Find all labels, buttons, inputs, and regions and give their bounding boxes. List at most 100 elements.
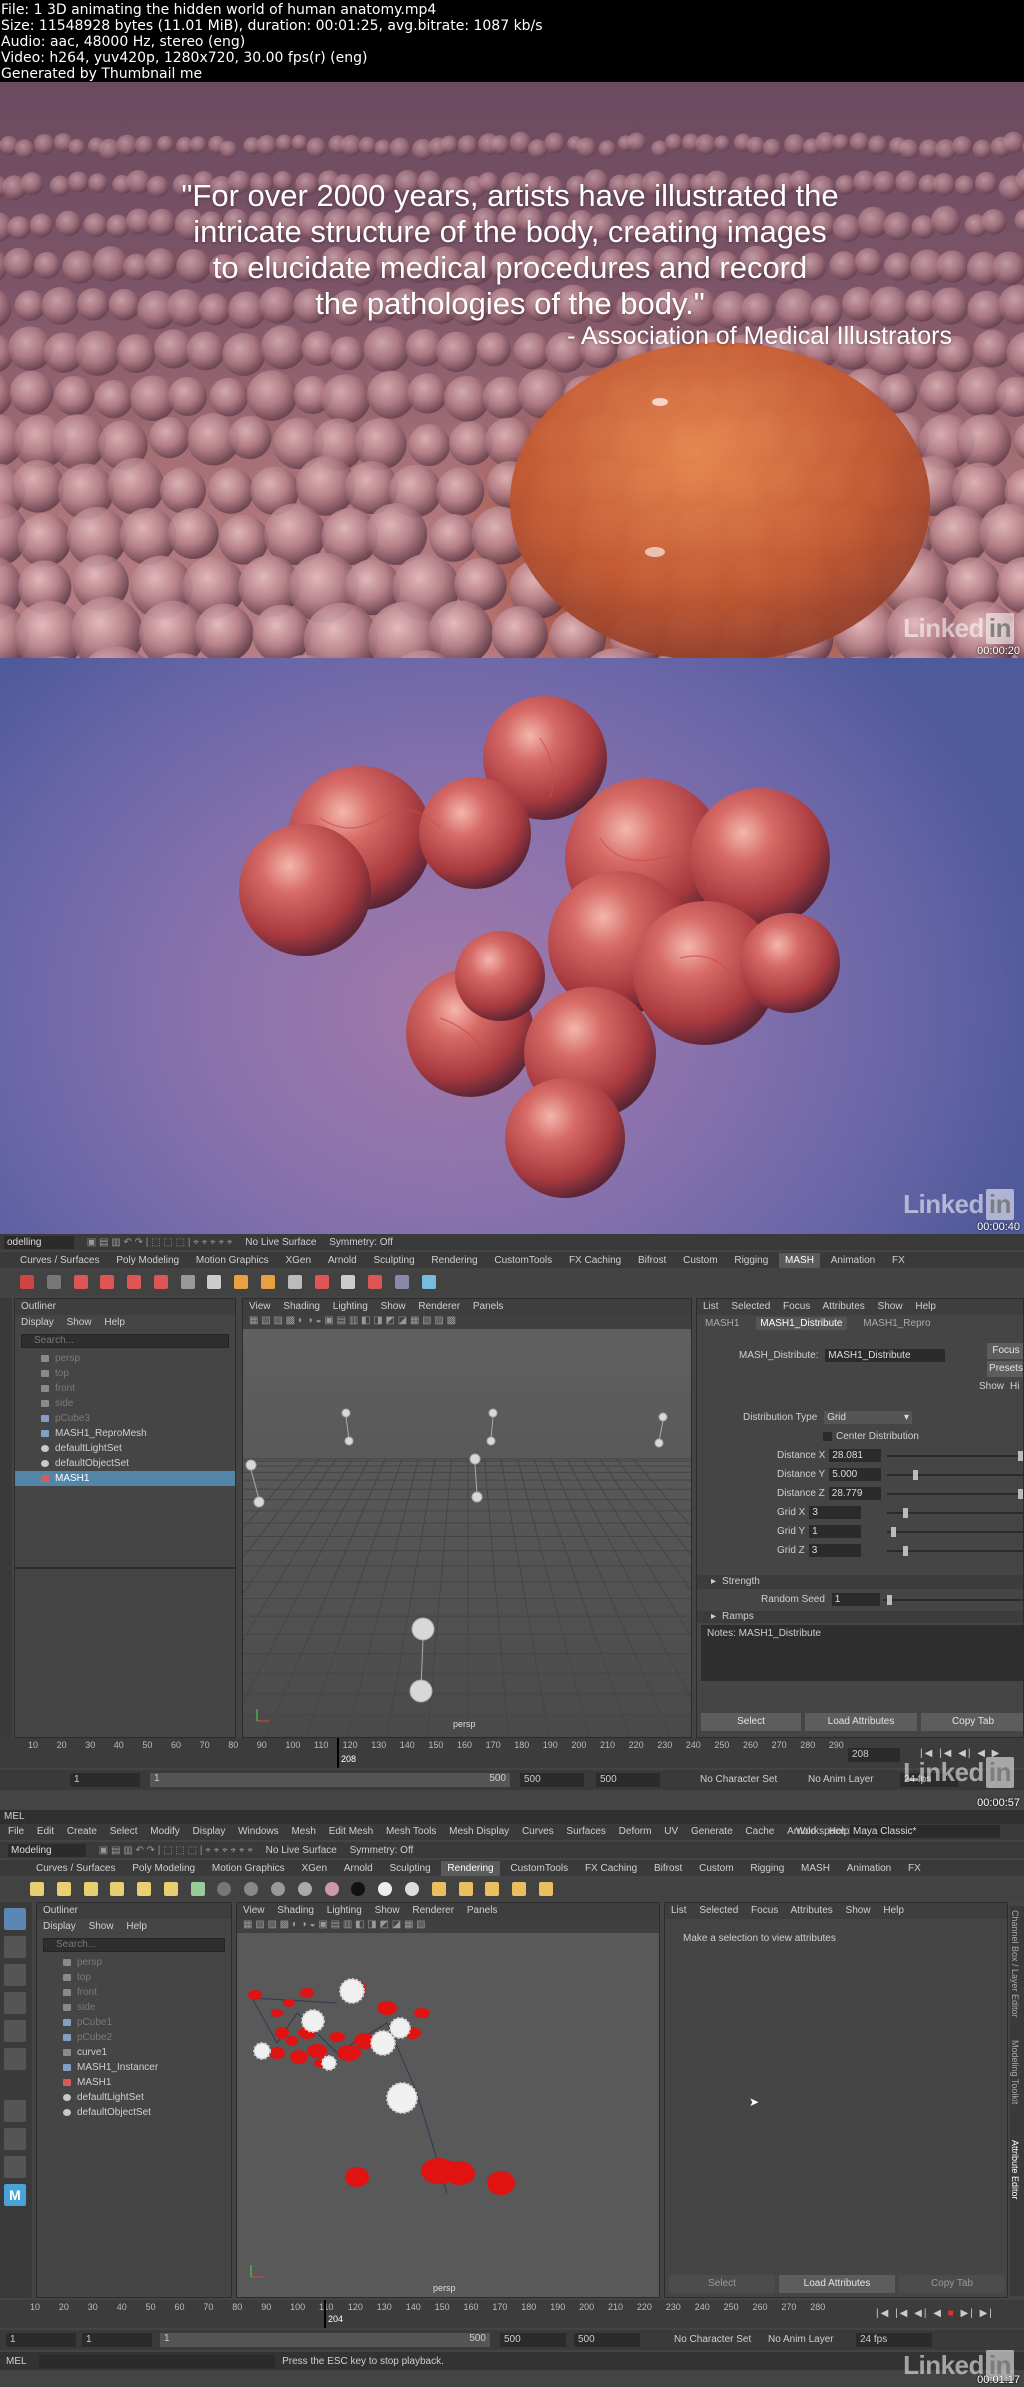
outliner-item[interactable]: MASH1_Instancer <box>37 2060 231 2075</box>
render-icon[interactable] <box>512 1882 527 1896</box>
material-ball-icon[interactable] <box>404 1882 419 1896</box>
shelf-tab[interactable]: Motion Graphics <box>190 1253 275 1268</box>
outliner-item[interactable]: front <box>15 1381 235 1396</box>
shelf-tab[interactable]: Arnold <box>322 1253 363 1268</box>
shelf-tab[interactable]: Bifrost <box>632 1253 672 1268</box>
menu-item[interactable]: Create <box>67 1826 97 1837</box>
curve-icon[interactable] <box>100 1275 115 1289</box>
feather-icon[interactable] <box>394 1275 409 1289</box>
menu-item[interactable]: Mesh <box>291 1826 315 1837</box>
menu-item[interactable]: Lighting <box>327 1905 362 1916</box>
svg-icon[interactable] <box>261 1275 276 1289</box>
shelf-tab[interactable]: Custom <box>693 1861 739 1876</box>
light-icon[interactable] <box>137 1882 152 1896</box>
workspace-select[interactable]: Maya Classic* <box>850 1825 1000 1838</box>
outliner-item[interactable]: pCube1 <box>37 2015 231 2030</box>
character-set-label[interactable]: No Character Set <box>700 1774 777 1785</box>
menu-item[interactable]: Attributes <box>791 1905 833 1916</box>
mash-network-icon[interactable] <box>20 1275 34 1289</box>
menu-item[interactable]: Focus <box>783 1301 810 1312</box>
sphere-icon[interactable] <box>314 1275 329 1289</box>
slider-knob[interactable] <box>913 1470 918 1480</box>
strength-section[interactable]: ▸ Strength <box>697 1575 1023 1589</box>
copy-tab-button[interactable]: Copy Tab <box>921 1713 1023 1731</box>
menu-item[interactable]: Display <box>43 1921 76 1932</box>
move-tool-icon[interactable] <box>4 1992 26 2014</box>
range-end-field[interactable]: 500 <box>520 1773 584 1787</box>
menu-item[interactable]: Edit Mesh <box>329 1826 373 1837</box>
camera-icon[interactable] <box>190 1882 205 1896</box>
repro-icon[interactable] <box>127 1275 142 1289</box>
attr-value-field[interactable]: 5.000 <box>829 1468 882 1481</box>
shelf-tab[interactable]: Curves / Surfaces <box>30 1861 121 1876</box>
shelf-tab[interactable]: Rendering <box>425 1253 483 1268</box>
menu-item[interactable]: List <box>703 1301 719 1312</box>
attr-value-field[interactable]: 28.081 <box>829 1449 882 1462</box>
copy-tab-button[interactable]: Copy Tab <box>899 2275 1005 2293</box>
mash-logo-icon[interactable]: M <box>4 2184 26 2206</box>
side-tab[interactable]: Channel Box / Layer Editor <box>1010 1906 1020 2036</box>
attr-slider[interactable] <box>887 1546 1023 1556</box>
distribution-type-select[interactable]: Grid ▾ <box>824 1411 913 1424</box>
fps-select[interactable]: 24 fps <box>856 2333 932 2347</box>
menu-item[interactable]: Help <box>104 1317 125 1328</box>
menu-item[interactable]: Panels <box>473 1301 504 1312</box>
lasso-tool-icon[interactable] <box>4 1936 26 1958</box>
shelf-tab[interactable]: Poly Modeling <box>110 1253 185 1268</box>
attr-value-field[interactable]: 1 <box>809 1525 862 1538</box>
outliner-item[interactable]: persp <box>15 1351 235 1366</box>
menu-item[interactable]: Display <box>193 1826 226 1837</box>
shelf-tab[interactable]: Rigging <box>728 1253 774 1268</box>
outliner-item[interactable]: side <box>15 1396 235 1411</box>
range-slider[interactable]: 1 500 <box>150 1773 510 1787</box>
current-frame-field[interactable]: 208 <box>848 1748 900 1762</box>
live-surface-label[interactable]: No Live Surface <box>266 1845 337 1856</box>
slider-knob[interactable] <box>903 1546 908 1556</box>
menu-item[interactable]: Help <box>126 1921 147 1932</box>
attr-slider[interactable] <box>887 1470 1023 1480</box>
menu-item[interactable]: Deform <box>619 1826 652 1837</box>
rotate-tool-icon[interactable] <box>4 2020 26 2042</box>
bomb-icon[interactable] <box>341 1275 356 1289</box>
range-slider[interactable]: 1 500 <box>160 2333 490 2347</box>
tool-box[interactable] <box>0 1298 12 1738</box>
material-ball-icon[interactable] <box>217 1882 232 1896</box>
attr-slider[interactable] <box>887 1489 1023 1499</box>
attr-value-field[interactable]: 28.779 <box>828 1487 881 1500</box>
layout-icon[interactable] <box>4 2128 26 2150</box>
anim-layer-label[interactable]: No Anim Layer <box>768 2334 834 2345</box>
viewport-panel[interactable]: View Shading Lighting Show Renderer Pane… <box>236 1902 660 2298</box>
mel-input[interactable] <box>39 2355 276 2368</box>
slider-knob[interactable] <box>891 1527 896 1537</box>
anim-start-field[interactable]: 1 <box>82 2333 152 2347</box>
shelf-tab-active[interactable]: Rendering <box>441 1861 500 1876</box>
shelf-tab[interactable]: Sculpting <box>368 1253 421 1268</box>
shelf-tab-active[interactable]: MASH <box>779 1253 820 1268</box>
grid-icon[interactable] <box>180 1275 195 1289</box>
light-icon[interactable] <box>83 1882 98 1896</box>
outliner-search-input[interactable]: Search... <box>21 1334 229 1348</box>
shelf-tab[interactable]: Poly Modeling <box>126 1861 201 1876</box>
menu-item[interactable]: Mesh Display <box>449 1826 509 1837</box>
shelf-tab[interactable]: Rigging <box>744 1861 790 1876</box>
material-ball-icon[interactable] <box>297 1882 312 1896</box>
symmetry-label[interactable]: Symmetry: Off <box>329 1237 393 1248</box>
menu-item[interactable]: Help <box>883 1905 904 1916</box>
layout-icon[interactable] <box>4 2156 26 2178</box>
menu-item[interactable]: Modify <box>150 1826 179 1837</box>
shelf-tab[interactable]: CustomTools <box>488 1253 558 1268</box>
shelf-tab[interactable]: FX Caching <box>563 1253 627 1268</box>
scale-tool-icon[interactable] <box>4 2048 26 2070</box>
shelf-tab[interactable]: Arnold <box>338 1861 379 1876</box>
outliner-item[interactable]: MASH1 <box>37 2075 231 2090</box>
menu-item[interactable]: Surfaces <box>566 1826 605 1837</box>
notes-field[interactable]: Notes: MASH1_Distribute <box>701 1625 1023 1681</box>
render-icon[interactable] <box>458 1882 473 1896</box>
shelf-tab[interactable]: XGen <box>295 1861 333 1876</box>
range-end-field[interactable]: 500 <box>500 2333 566 2347</box>
anim-end-field[interactable]: 500 <box>574 2333 640 2347</box>
random-seed-field[interactable]: 1 <box>831 1593 880 1606</box>
material-ball-icon[interactable] <box>378 1882 393 1896</box>
menu-item[interactable]: Show <box>878 1301 903 1312</box>
menu-item[interactable]: Panels <box>467 1905 498 1916</box>
